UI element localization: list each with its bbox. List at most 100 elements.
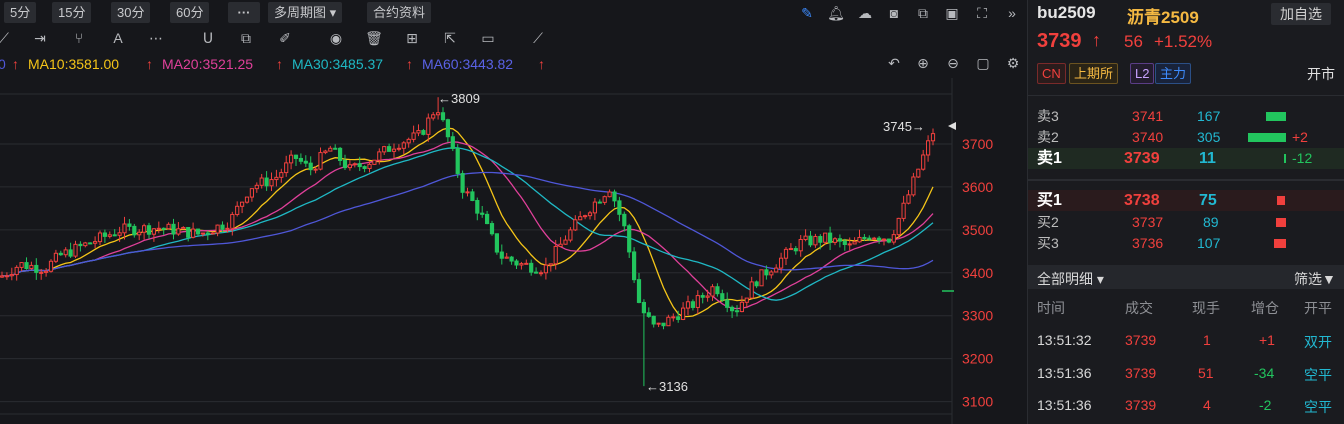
candle-body bbox=[681, 307, 686, 320]
candle-body bbox=[877, 237, 882, 241]
export-icon[interactable]: ⇱ bbox=[440, 28, 460, 48]
candle-body bbox=[779, 257, 784, 269]
candle-body bbox=[543, 264, 548, 274]
cloud-icon[interactable]: ☁ bbox=[855, 3, 875, 23]
camera-icon[interactable]: ◙ bbox=[884, 3, 904, 23]
ruler-icon[interactable]: ⟋ bbox=[528, 28, 548, 48]
candle-body bbox=[406, 138, 411, 144]
candle-body bbox=[455, 147, 460, 175]
candle-body bbox=[347, 164, 352, 169]
candle-body bbox=[387, 146, 392, 152]
period-15min-button[interactable]: 15分 bbox=[52, 2, 92, 23]
multi-period-dropdown[interactable]: 多周期图 ▾ bbox=[268, 2, 343, 23]
candle-body bbox=[460, 173, 465, 193]
candle-body bbox=[734, 310, 740, 313]
fullscreen-icon[interactable]: ⛶ bbox=[972, 3, 992, 23]
candle-body bbox=[494, 233, 499, 253]
candle-body bbox=[906, 194, 911, 204]
collapse-icon[interactable]: » bbox=[1002, 3, 1022, 23]
magnet-icon[interactable]: Ս bbox=[198, 28, 218, 48]
candle-body bbox=[372, 159, 377, 165]
ma-legend-prefix: 0 bbox=[0, 56, 6, 72]
candle-body bbox=[862, 236, 867, 239]
candle-body bbox=[666, 316, 671, 327]
tick-screen-button[interactable]: 筛选▼ bbox=[1294, 269, 1336, 289]
eye-icon[interactable]: ◉ bbox=[326, 28, 346, 48]
candle-body bbox=[34, 264, 39, 273]
table-row[interactable]: 13:51:36 3739 51 -34 空平 bbox=[1028, 365, 1344, 385]
candle-body bbox=[436, 112, 441, 116]
candle-body bbox=[872, 237, 877, 240]
candle-body bbox=[475, 199, 480, 214]
candle-body bbox=[303, 160, 308, 164]
candle-body bbox=[117, 232, 122, 236]
candle-body bbox=[656, 322, 661, 325]
undo-icon[interactable]: ↶ bbox=[884, 53, 904, 73]
pencil-icon[interactable]: ✎ bbox=[797, 3, 817, 23]
ask-row[interactable]: 卖2 3740 305 +2 bbox=[1028, 127, 1344, 148]
arrow-up-icon: ↑ bbox=[276, 56, 283, 72]
table-row[interactable]: 13:51:36 3739 4 -2 空平 bbox=[1028, 397, 1344, 417]
candle-body bbox=[171, 223, 176, 235]
candle-body bbox=[788, 248, 793, 251]
window-icon[interactable]: ▢ bbox=[973, 53, 993, 73]
contract-info-button[interactable]: 合约资料 bbox=[367, 2, 432, 23]
period-60min-button[interactable]: 60分 bbox=[170, 2, 210, 23]
ma20-label: MA20:3521.25 bbox=[162, 56, 254, 72]
candle-body bbox=[744, 297, 749, 303]
candle-body bbox=[323, 150, 328, 154]
candle-body bbox=[391, 148, 397, 152]
more-periods-button[interactable]: ··· bbox=[228, 2, 260, 23]
period-30min-button[interactable]: 30分 bbox=[111, 2, 151, 23]
bid-row-best[interactable]: 买1 3738 75 bbox=[1028, 190, 1344, 211]
y-tick-label: 3600 bbox=[962, 179, 993, 195]
candle-body bbox=[137, 231, 142, 236]
candle-body bbox=[352, 163, 357, 166]
candle-body bbox=[9, 274, 14, 277]
settings-icon[interactable]: ⚙ bbox=[1003, 53, 1023, 73]
candlestick-chart[interactable]: 3700 3600 3500 3400 3300 3200 3100 ←3809 ←3136… bbox=[0, 78, 1026, 424]
candle-body bbox=[896, 217, 901, 236]
zoom-out-icon[interactable]: ⊖ bbox=[943, 53, 963, 73]
dots-tool-icon[interactable]: ⋯ bbox=[146, 28, 166, 48]
text-tool-icon[interactable]: A bbox=[108, 28, 128, 48]
candle-body bbox=[622, 213, 627, 227]
candle-body bbox=[489, 223, 495, 235]
ask-row-best[interactable]: 卖1 3739 11 -12 bbox=[1028, 148, 1344, 169]
tick-filter-dropdown[interactable]: 全部明细 ▾ bbox=[1037, 269, 1104, 289]
comment-icon[interactable]: ▭ bbox=[478, 28, 498, 48]
brush-icon[interactable]: ✐ bbox=[275, 28, 295, 48]
candle-body bbox=[485, 213, 490, 225]
candle-body bbox=[4, 275, 10, 278]
candle-body bbox=[142, 225, 147, 233]
candle-body bbox=[695, 295, 700, 308]
candle-body bbox=[587, 212, 593, 217]
grid-icon[interactable]: ⊞ bbox=[402, 28, 422, 48]
zoom-in-icon[interactable]: ⊕ bbox=[913, 53, 933, 73]
ask-row[interactable]: 卖3 3741 167 bbox=[1028, 106, 1344, 127]
bid-row[interactable]: 买2 3737 89 bbox=[1028, 212, 1344, 233]
table-row[interactable]: 13:51:32 3739 1 +1 双开 bbox=[1028, 332, 1344, 352]
add-watchlist-button[interactable]: 加自选 bbox=[1271, 3, 1331, 25]
period-5min-button[interactable]: 5分 bbox=[4, 2, 37, 23]
candle-body bbox=[333, 147, 338, 150]
bid-row[interactable]: 买3 3736 107 bbox=[1028, 233, 1344, 254]
monitor-icon[interactable]: ▣ bbox=[942, 3, 962, 23]
fork-tool-icon[interactable]: ⑂ bbox=[69, 28, 89, 48]
candle-body bbox=[911, 176, 916, 196]
candle-body bbox=[671, 316, 676, 319]
trash-icon[interactable]: 🗑︎ bbox=[364, 28, 384, 48]
copy-icon[interactable]: ⧉ bbox=[913, 3, 933, 23]
candle-body bbox=[362, 166, 367, 169]
candle-body bbox=[607, 191, 612, 198]
range-tool-icon[interactable]: ⇥ bbox=[30, 28, 50, 48]
candle-body bbox=[509, 256, 514, 262]
layers-icon[interactable]: ⧉ bbox=[236, 28, 256, 48]
candle-body bbox=[921, 154, 926, 170]
line-tool-icon[interactable]: ⟋ bbox=[0, 28, 14, 48]
candle-body bbox=[382, 146, 387, 153]
bid-volume-bar bbox=[1277, 196, 1285, 205]
bell-icon[interactable]: 🔔︎ bbox=[826, 3, 846, 23]
candle-body bbox=[808, 235, 813, 246]
candle-body bbox=[573, 219, 578, 231]
